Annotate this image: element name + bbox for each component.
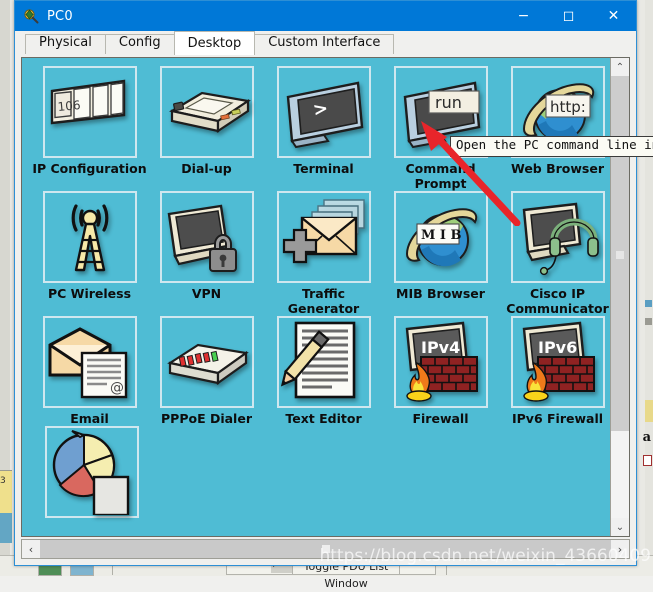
tab-physical[interactable]: Physical bbox=[25, 34, 106, 55]
desktop-item-label: Email bbox=[70, 411, 109, 426]
desktop-item-label: IP Configuration bbox=[32, 161, 147, 176]
run-badge: run bbox=[427, 90, 480, 114]
background-side-label: a bbox=[642, 430, 651, 445]
scroll-down-icon[interactable]: ⌄ bbox=[611, 518, 629, 536]
pc-wireless-antenna-icon[interactable] bbox=[42, 191, 137, 283]
window-title: PC0 bbox=[47, 8, 73, 24]
desktop-item-web-browser[interactable]: http: Web Browser bbox=[500, 66, 615, 191]
desktop-item-terminal[interactable]: > Terminal bbox=[266, 66, 381, 191]
terminal-icon[interactable]: > bbox=[276, 66, 371, 158]
desktop-item-command-prompt[interactable]: run Command Prompt bbox=[383, 66, 498, 191]
dial-up-modem-icon[interactable] bbox=[159, 66, 254, 158]
tab-bar: Physical Config Desktop Custom Interface bbox=[15, 31, 636, 55]
svg-text:M I B: M I B bbox=[421, 228, 462, 243]
scroll-up-icon[interactable]: ⌃ bbox=[611, 58, 629, 76]
desktop-item-label: Command Prompt bbox=[405, 161, 476, 191]
desktop-applications-panel: 106 IP Configuration Dial-up > Terminal … bbox=[21, 57, 630, 537]
tooltip: Open the PC command line interf bbox=[450, 136, 653, 157]
background-right-box bbox=[643, 455, 652, 466]
icon-row bbox=[32, 426, 610, 521]
desktop-item-email[interactable]: @ Email bbox=[32, 316, 147, 426]
desktop-item-cisco-ip-communicator[interactable]: Cisco IP Communicator bbox=[500, 191, 615, 316]
desktop-item-label: Terminal bbox=[293, 161, 354, 176]
text-editor-icon[interactable] bbox=[276, 316, 371, 408]
vertical-scrollbar[interactable]: ⌃ ⌄ bbox=[610, 58, 629, 536]
pc0-window: PC0 − ◻ ✕ Physical Config Desktop Custom… bbox=[14, 0, 653, 566]
desktop-item-text-editor[interactable]: Text Editor bbox=[266, 316, 381, 426]
desktop-item-label: Dial-up bbox=[181, 161, 232, 176]
http-badge: http: bbox=[544, 94, 591, 118]
background-right-panel bbox=[645, 0, 653, 576]
background-small-number: 3 bbox=[0, 476, 6, 486]
svg-text:106: 106 bbox=[57, 98, 81, 114]
svg-text:@: @ bbox=[110, 380, 124, 396]
desktop-item-firewall[interactable]: IPv4 Firewall bbox=[383, 316, 498, 426]
desktop-item-label: PC Wireless bbox=[47, 286, 132, 301]
firewall-icon[interactable]: IPv4 bbox=[393, 316, 488, 408]
desktop-item-traffic-generator[interactable]: Traffic Generator bbox=[266, 191, 381, 316]
svg-text:IPv4: IPv4 bbox=[421, 338, 460, 357]
desktop-item-ip-configuration[interactable]: 106 IP Configuration bbox=[32, 66, 147, 191]
tab-config[interactable]: Config bbox=[104, 34, 175, 55]
tab-desktop[interactable]: Desktop bbox=[173, 31, 256, 55]
email-icon[interactable]: @ bbox=[42, 316, 137, 408]
tab-custom-interface[interactable]: Custom Interface bbox=[254, 34, 395, 55]
desktop-item-label: VPN bbox=[191, 286, 222, 301]
svg-text:IPv6: IPv6 bbox=[538, 338, 577, 357]
watermark: https://blog.csdn.net/weixin_43660409 bbox=[319, 546, 651, 566]
traffic-generator-icon[interactable] bbox=[276, 191, 371, 283]
ipv6-firewall-icon[interactable]: IPv6 bbox=[510, 316, 605, 408]
background-right-dot-b bbox=[645, 318, 652, 325]
desktop-item-label: Web Browser bbox=[510, 161, 605, 176]
background-teal-device bbox=[0, 513, 12, 543]
desktop-item-report[interactable] bbox=[32, 426, 151, 521]
desktop-item-mib-browser[interactable]: M I B MIB Browser bbox=[383, 191, 498, 316]
desktop-item-label: PPPoE Dialer bbox=[161, 411, 252, 426]
desktop-item-label: Text Editor bbox=[285, 411, 362, 426]
vertical-scroll-thumb-grip bbox=[616, 251, 624, 259]
packet-tracer-icon bbox=[23, 8, 39, 24]
svg-text:http:: http: bbox=[550, 98, 586, 116]
desktop-item-vpn[interactable]: VPN bbox=[149, 191, 264, 316]
window-controls: − ◻ ✕ bbox=[501, 1, 636, 31]
background-right-dot-a bbox=[645, 300, 652, 307]
desktop-item-dial-up[interactable]: Dial-up bbox=[149, 66, 264, 191]
desktop-icon-grid: 106 IP Configuration Dial-up > Terminal … bbox=[22, 58, 610, 536]
desktop-item-ipv6-firewall[interactable]: IPv6 IPv6 Firewall bbox=[500, 316, 615, 426]
desktop-item-label: MIB Browser bbox=[396, 286, 485, 301]
vpn-lock-icon[interactable] bbox=[159, 191, 254, 283]
ip-communicator-icon[interactable] bbox=[510, 191, 605, 283]
minimize-button[interactable]: − bbox=[501, 1, 546, 31]
mib-badge: M I B bbox=[415, 223, 462, 245]
desktop-item-label: Firewall bbox=[412, 411, 469, 426]
desktop-item-pppoe-dialer[interactable]: PPPoE Dialer bbox=[149, 316, 264, 426]
desktop-item-pc-wireless[interactable]: PC Wireless bbox=[32, 191, 147, 316]
icon-row: 106 IP Configuration Dial-up > Terminal … bbox=[32, 66, 610, 191]
maximize-button[interactable]: ◻ bbox=[546, 1, 591, 31]
ip-configuration-icon[interactable]: 106 bbox=[42, 66, 137, 158]
close-button[interactable]: ✕ bbox=[591, 1, 636, 31]
mib-browser-icon[interactable]: M I B bbox=[393, 191, 488, 283]
desktop-item-label: IPv6 Firewall bbox=[511, 411, 604, 426]
desktop-item-label: Traffic Generator bbox=[287, 286, 360, 316]
vertical-scroll-track-lower[interactable] bbox=[611, 431, 629, 518]
icon-row: PC Wireless VPN Traffic Generator M I B … bbox=[32, 191, 610, 316]
pie-chart-report-icon[interactable] bbox=[44, 426, 139, 518]
desktop-item-label: Cisco IP Communicator bbox=[506, 286, 609, 316]
pppoe-dialer-icon[interactable] bbox=[159, 316, 254, 408]
icon-row: @ Email PPPoE Dialer Text Editor IPv4 Fi… bbox=[32, 316, 610, 426]
background-right-yellow bbox=[645, 400, 653, 422]
scroll-left-icon[interactable]: ‹ bbox=[22, 540, 40, 558]
window-titlebar[interactable]: PC0 − ◻ ✕ bbox=[15, 1, 636, 31]
svg-text:run: run bbox=[435, 93, 462, 112]
